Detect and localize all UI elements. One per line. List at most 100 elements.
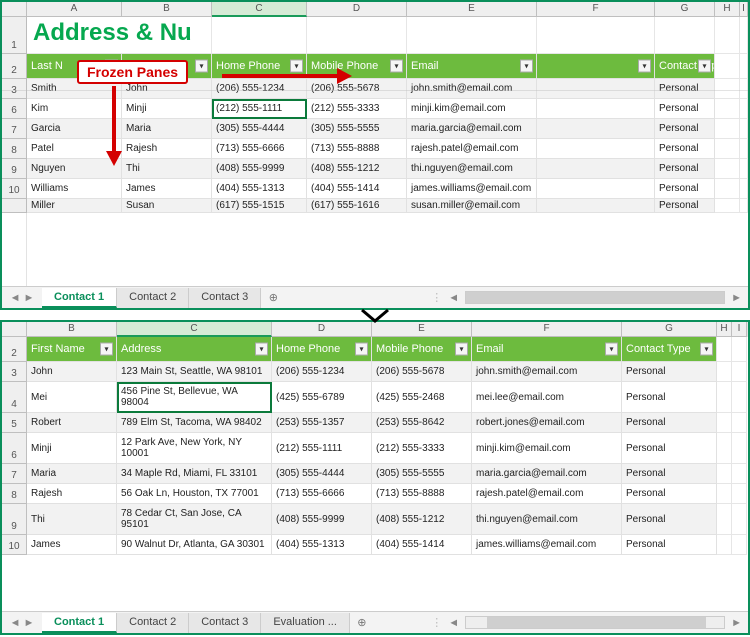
filter-dropdown-icon[interactable]: ▾ xyxy=(355,343,368,356)
cell[interactable] xyxy=(537,159,655,179)
cell[interactable]: James xyxy=(27,535,117,555)
row-header[interactable]: 9 xyxy=(2,159,27,179)
filter-dropdown-icon[interactable]: ▾ xyxy=(195,60,208,73)
filter-dropdown-icon[interactable]: ▾ xyxy=(390,60,403,73)
row-header[interactable]: 10 xyxy=(2,535,27,555)
cell[interactable]: Personal xyxy=(622,464,717,484)
column-header[interactable]: I xyxy=(732,322,747,337)
row-header[interactable]: 7 xyxy=(2,119,27,139)
column-header[interactable]: A xyxy=(27,2,122,17)
col-email[interactable]: Email▾ xyxy=(472,337,622,362)
row-header[interactable]: 2 xyxy=(2,54,27,79)
filter-dropdown-icon[interactable]: ▾ xyxy=(605,343,618,356)
row-header[interactable]: 10 xyxy=(2,179,27,199)
cell[interactable]: (617) 555-1616 xyxy=(307,199,407,213)
sheet-tab[interactable]: Evaluation ... xyxy=(261,613,350,633)
cell[interactable]: Maria xyxy=(27,464,117,484)
cell[interactable]: Personal xyxy=(622,382,717,413)
cell[interactable]: rajesh.patel@email.com xyxy=(472,484,622,504)
cell[interactable]: robert.jones@email.com xyxy=(472,413,622,433)
add-sheet-button[interactable]: ⊕ xyxy=(350,616,374,629)
column-header[interactable]: G xyxy=(655,2,715,17)
row-header[interactable]: 4 xyxy=(2,382,27,413)
cell[interactable]: 78 Cedar Ct, San Jose, CA 95101 xyxy=(117,504,272,535)
cell[interactable]: james.williams@email.com xyxy=(472,535,622,555)
cell[interactable]: 456 Pine St, Bellevue, WA 98004 xyxy=(117,382,272,413)
cell[interactable]: (305) 555-4444 xyxy=(212,119,307,139)
cell[interactable]: (713) 555-6666 xyxy=(272,484,372,504)
cell[interactable]: 90 Walnut Dr, Atlanta, GA 30301 xyxy=(117,535,272,555)
cell[interactable]: Mei xyxy=(27,382,117,413)
row-header[interactable]: 7 xyxy=(2,464,27,484)
col-contact-type[interactable]: Contact Type▾ xyxy=(655,54,715,79)
filter-dropdown-icon[interactable]: ▾ xyxy=(698,60,711,73)
cell[interactable]: (404) 555-1414 xyxy=(372,535,472,555)
cell[interactable]: Personal xyxy=(622,535,717,555)
tab-nav[interactable]: ◄ ► xyxy=(2,617,42,629)
scroll-left-icon[interactable]: ◄ xyxy=(448,292,459,304)
cell[interactable]: Maria xyxy=(122,119,212,139)
add-sheet-button[interactable]: ⊕ xyxy=(261,291,285,304)
cell[interactable]: Thi xyxy=(27,504,117,535)
cell[interactable]: susan.miller@email.com xyxy=(407,199,537,213)
cell[interactable]: Minji xyxy=(122,99,212,119)
cell[interactable]: (305) 555-5555 xyxy=(372,464,472,484)
cell[interactable]: John xyxy=(27,362,117,382)
col-email[interactable]: Email▾ xyxy=(407,54,537,79)
row-header[interactable]: 3 xyxy=(2,362,27,382)
column-header[interactable]: D xyxy=(307,2,407,17)
cell[interactable]: (253) 555-8642 xyxy=(372,413,472,433)
cell[interactable]: minji.kim@email.com xyxy=(407,99,537,119)
cell[interactable] xyxy=(537,79,655,99)
cell[interactable]: Personal xyxy=(622,504,717,535)
row-header[interactable]: 8 xyxy=(2,139,27,159)
cell[interactable]: Personal xyxy=(655,179,715,199)
cell[interactable]: (713) 555-6666 xyxy=(212,139,307,159)
horizontal-scrollbar[interactable] xyxy=(465,291,725,304)
cell[interactable]: Susan xyxy=(122,199,212,213)
column-header[interactable]: H xyxy=(715,2,740,17)
column-header[interactable]: B xyxy=(122,2,212,17)
column-header[interactable]: B xyxy=(27,322,117,337)
cell[interactable]: Personal xyxy=(655,99,715,119)
cell[interactable]: (425) 555-2468 xyxy=(372,382,472,413)
cell[interactable]: Minji xyxy=(27,433,117,464)
row-header[interactable]: 6 xyxy=(2,433,27,464)
cell[interactable]: (253) 555-1357 xyxy=(272,413,372,433)
cell[interactable]: Personal xyxy=(622,484,717,504)
cell[interactable]: thi.nguyen@email.com xyxy=(472,504,622,535)
cell[interactable]: Williams xyxy=(27,179,122,199)
horizontal-scrollbar[interactable] xyxy=(465,616,725,629)
row-header[interactable]: 8 xyxy=(2,484,27,504)
cell[interactable] xyxy=(537,139,655,159)
cell[interactable]: thi.nguyen@email.com xyxy=(407,159,537,179)
cell[interactable]: (408) 555-1212 xyxy=(307,159,407,179)
col-first-name[interactable]: First Name▾ xyxy=(27,337,117,362)
sheet-tab[interactable]: Contact 3 xyxy=(189,288,261,308)
cell[interactable]: Robert xyxy=(27,413,117,433)
filter-dropdown-icon[interactable]: ▾ xyxy=(520,60,533,73)
cell[interactable]: (617) 555-1515 xyxy=(212,199,307,213)
cell[interactable]: Personal xyxy=(622,413,717,433)
filter-dropdown-icon[interactable]: ▾ xyxy=(255,343,268,356)
cell[interactable]: (408) 555-1212 xyxy=(372,504,472,535)
cell[interactable]: 123 Main St, Seattle, WA 98101 xyxy=(117,362,272,382)
cell[interactable]: Rajesh xyxy=(27,484,117,504)
scroll-left-icon[interactable]: ◄ xyxy=(448,617,459,629)
cell[interactable]: maria.garcia@email.com xyxy=(472,464,622,484)
cell[interactable]: Personal xyxy=(655,79,715,99)
row-header[interactable]: 1 xyxy=(2,17,27,54)
filter-dropdown-icon[interactable]: ▾ xyxy=(700,343,713,356)
row-header[interactable]: 9 xyxy=(2,504,27,535)
cell[interactable]: (206) 555-1234 xyxy=(272,362,372,382)
cell[interactable]: 56 Oak Ln, Houston, TX 77001 xyxy=(117,484,272,504)
cell[interactable]: maria.garcia@email.com xyxy=(407,119,537,139)
row-header[interactable]: 5 xyxy=(2,413,27,433)
cell[interactable]: (404) 555-1414 xyxy=(307,179,407,199)
tab-nav[interactable]: ◄ ► xyxy=(2,292,42,304)
sheet-tab[interactable]: Contact 2 xyxy=(117,613,189,633)
column-header[interactable]: I xyxy=(740,2,748,17)
cell[interactable]: (404) 555-1313 xyxy=(212,179,307,199)
row-header[interactable]: 6 xyxy=(2,99,27,119)
row-header[interactable]: 2 xyxy=(2,337,27,362)
